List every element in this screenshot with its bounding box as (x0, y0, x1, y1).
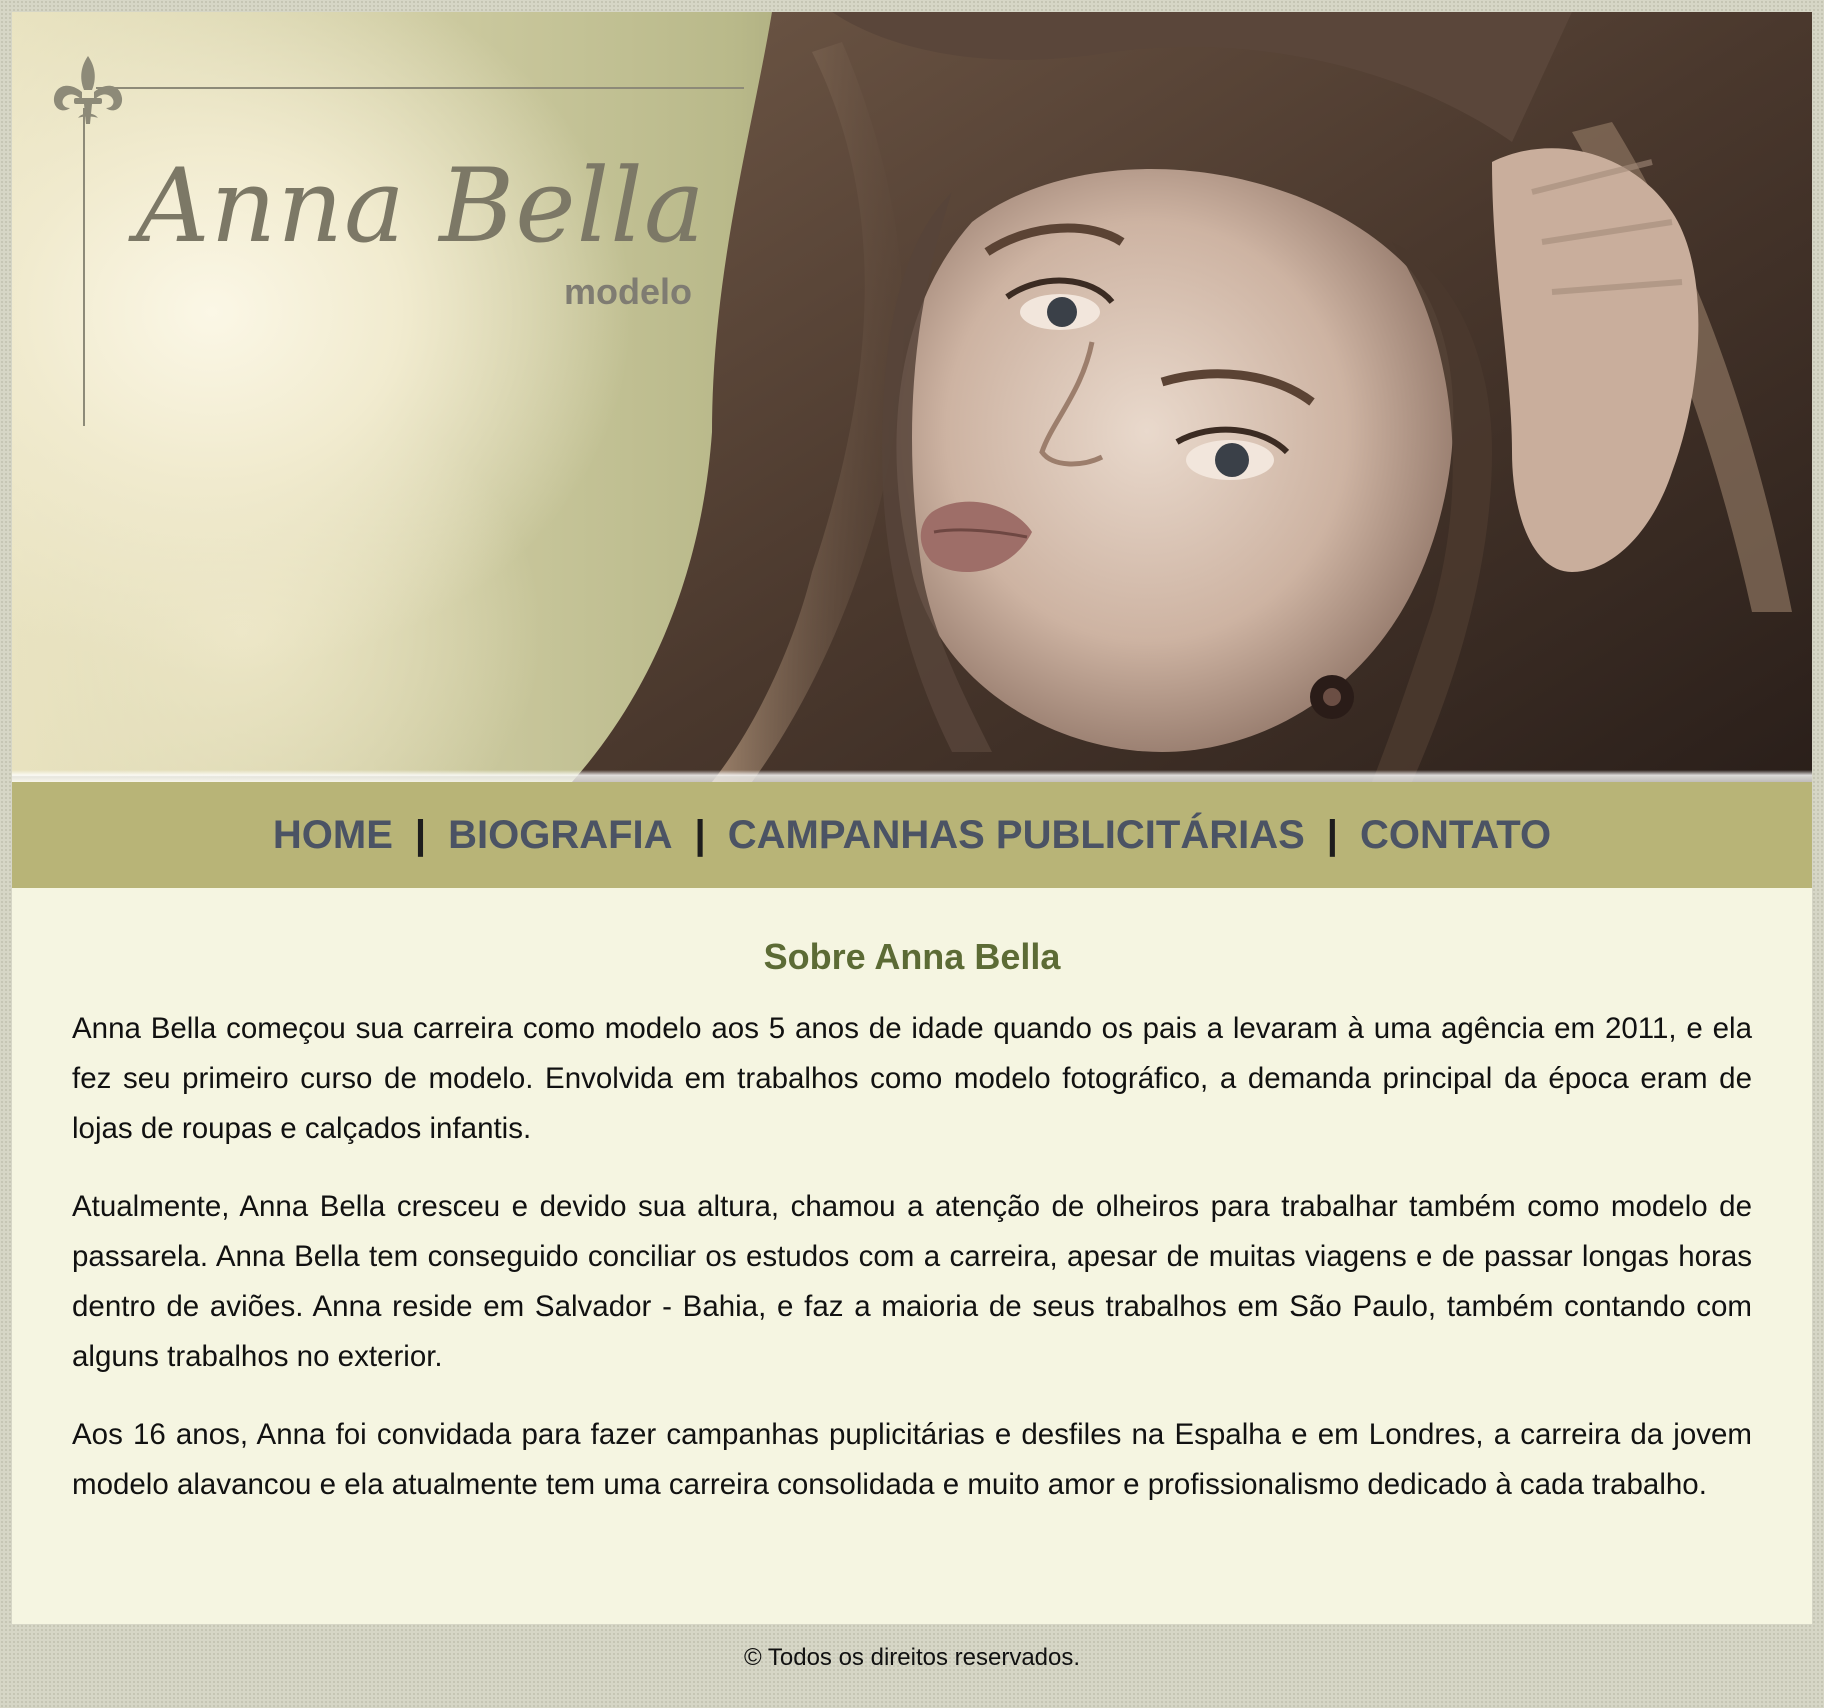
bio-paragraph: Atualmente, Anna Bella cresceu e devido … (72, 1190, 1752, 1373)
nav-link-campanhas[interactable]: CAMPANHAS PUBLICITÁRIAS (728, 813, 1305, 858)
banner-divider (12, 770, 1812, 782)
logo-frame-line (83, 108, 85, 426)
nav-link-biografia[interactable]: BIOGRAFIA (448, 813, 672, 858)
logo-name: Anna Bella (136, 147, 706, 266)
main-content: Sobre Anna Bella Anna Bella começou sua … (12, 888, 1812, 1624)
nav-separator: | (414, 812, 427, 857)
fleur-de-lis-icon (53, 56, 123, 124)
header-banner: Anna Bella modelo (12, 12, 1812, 782)
model-portrait-image (572, 12, 1812, 782)
page-container: Anna Bella modelo HOME | BIOGRAFIA | CAM… (12, 12, 1812, 1624)
nav-separator: | (694, 812, 706, 857)
main-nav: HOME | BIOGRAFIA | CAMPANHAS PUBLICITÁRI… (12, 782, 1812, 888)
footer-copyright: © Todos os direitos reservados. (743, 1644, 1081, 1671)
logo-subtitle: modelo (564, 271, 693, 312)
nav-link-home[interactable]: HOME (273, 813, 393, 858)
bio-paragraph: Aos 16 anos, Anna foi convidada para faz… (72, 1418, 1752, 1501)
bio-paragraph: Anna Bella começou sua carreira como mod… (72, 1012, 1752, 1145)
logo-frame-line (96, 87, 744, 89)
nav-link-contato[interactable]: CONTATO (1360, 813, 1551, 858)
page-title: Sobre Anna Bella (763, 936, 1061, 977)
nav-separator: | (1326, 812, 1338, 857)
